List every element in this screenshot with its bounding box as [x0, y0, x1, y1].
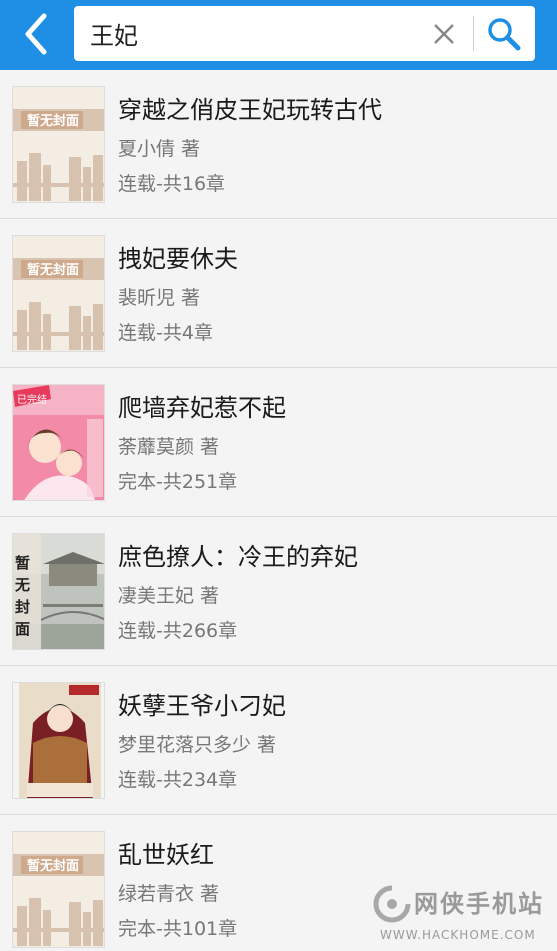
book-author: 凄美王妃 著: [118, 585, 220, 607]
book-author: 夏小倩 著: [118, 138, 201, 160]
svg-text:已完结: 已完结: [17, 393, 47, 406]
list-item[interactable]: 暂 无 封 面 庶色撩人：冷王的弃妃 凄美王妃 著 连载-共266章: [0, 517, 557, 666]
book-status: 完本-共101章: [118, 918, 238, 940]
svg-text:无: 无: [14, 576, 30, 594]
watermark-logo-icon: [373, 885, 411, 923]
search-button[interactable]: [482, 14, 526, 54]
svg-text:面: 面: [15, 620, 30, 638]
list-item[interactable]: 暂无封面 穿越之俏皮王妃玩转古代 夏小倩 著 连载-共16章: [0, 70, 557, 219]
book-title: 爬墙弃妃惹不起: [118, 394, 286, 422]
book-title: 妖孽王爷小刁妃: [118, 692, 286, 720]
book-title: 穿越之俏皮王妃玩转古代: [118, 96, 382, 124]
book-author: 绿若青衣 著: [118, 883, 220, 905]
book-status: 连载-共16章: [118, 173, 226, 195]
back-button[interactable]: [10, 8, 60, 60]
search-box: [74, 6, 535, 61]
list-item[interactable]: 已完结 爬墙弃妃惹不起 荼蘼莫颜 著 完本-共251章: [0, 368, 557, 517]
book-author: 裴昕児 著: [118, 287, 201, 309]
list-item[interactable]: 妖孽王爷小刁妃 梦里花落只多少 著 连载-共234章: [0, 666, 557, 815]
close-icon: [434, 24, 454, 44]
search-divider: [473, 16, 474, 51]
book-list: 暂无封面 穿越之俏皮王妃玩转古代 夏小倩 著 连载-共16章 暂无封面 拽妃要休…: [0, 70, 557, 951]
book-status: 连载-共4章: [118, 322, 213, 344]
book-status: 连载-共266章: [118, 620, 238, 642]
book-author: 梦里花落只多少 著: [118, 734, 277, 756]
svg-text:暂: 暂: [15, 554, 30, 572]
watermark-url: WWW.HACKHOME.COM: [380, 928, 536, 942]
book-cover-placeholder: 暂无封面: [12, 831, 105, 948]
back-arrow-icon: [25, 13, 47, 55]
book-status: 连载-共234章: [118, 769, 238, 791]
book-author: 荼蘼莫颜 著: [118, 436, 220, 458]
watermark-text: 网侠手机站: [414, 890, 544, 918]
book-cover-image: 已完结: [12, 384, 105, 501]
search-icon: [488, 18, 521, 51]
book-cover-placeholder: 暂无封面: [12, 86, 105, 203]
book-title: 庶色撩人：冷王的弃妃: [118, 543, 358, 571]
svg-text:暂无封面: 暂无封面: [27, 113, 79, 129]
watermark: 网侠手机站 WWW.HACKHOME.COM: [372, 884, 552, 946]
book-cover-image: [12, 682, 105, 799]
svg-text:封: 封: [15, 598, 30, 616]
svg-text:暂无封面: 暂无封面: [27, 262, 79, 278]
book-status: 完本-共251章: [118, 471, 238, 493]
book-title: 拽妃要休夫: [118, 245, 238, 273]
top-bar: [0, 0, 557, 70]
search-input[interactable]: [90, 6, 420, 61]
book-title: 乱世妖红: [118, 841, 214, 869]
clear-button[interactable]: [428, 18, 460, 50]
book-cover-image: 暂 无 封 面: [12, 533, 105, 650]
list-item[interactable]: 暂无封面 拽妃要休夫 裴昕児 著 连载-共4章: [0, 219, 557, 368]
book-cover-placeholder: 暂无封面: [12, 235, 105, 352]
svg-text:暂无封面: 暂无封面: [27, 858, 79, 874]
